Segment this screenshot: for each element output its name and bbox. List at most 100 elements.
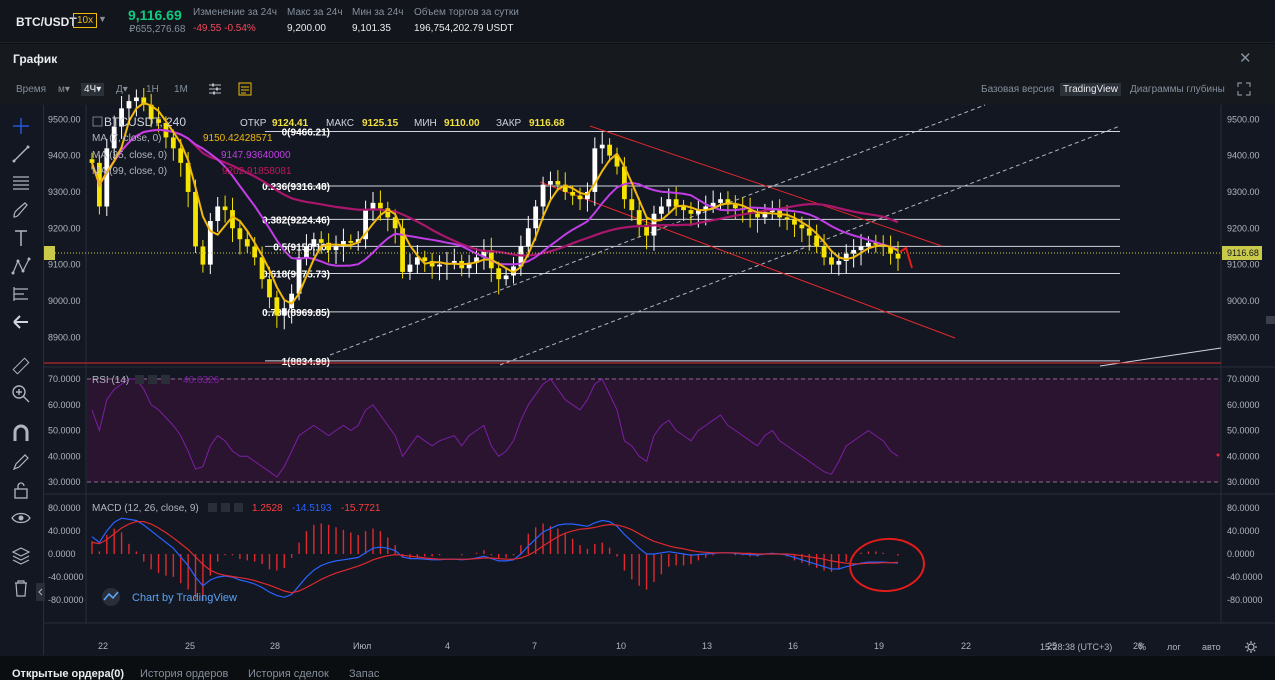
rsi-tick-label-right: 40.0000 bbox=[1227, 451, 1260, 461]
legend-open-value: 9124.41 bbox=[272, 118, 309, 129]
tab-order-history[interactable]: История ордеров bbox=[140, 668, 228, 680]
rsi-tick-label-right: 60.0000 bbox=[1227, 400, 1260, 410]
price-tick-label-left: 9100.00 bbox=[48, 260, 81, 270]
candle-body bbox=[333, 246, 339, 251]
crosshair-icon[interactable] bbox=[10, 115, 32, 137]
candle-body bbox=[836, 260, 842, 265]
price-tick-label-right: 9400.00 bbox=[1227, 151, 1260, 161]
macd-tick-label-left: -80.0000 bbox=[48, 595, 84, 605]
tab-open-orders[interactable]: Открытые ордера(0) bbox=[12, 668, 124, 680]
time-axis-label: 10 bbox=[616, 641, 627, 651]
candle-body bbox=[222, 206, 228, 211]
macd-tick-label-left: 40.0000 bbox=[48, 526, 81, 536]
candle-body bbox=[318, 239, 324, 243]
brush-icon[interactable] bbox=[10, 199, 32, 221]
settings-icon[interactable] bbox=[221, 503, 230, 512]
trash-icon[interactable] bbox=[10, 577, 32, 599]
collapse-toolbar-icon[interactable] bbox=[36, 581, 46, 603]
candle-body bbox=[503, 275, 509, 280]
close-icon[interactable] bbox=[234, 503, 243, 512]
gear-icon[interactable] bbox=[1244, 640, 1258, 654]
time-axis-label: 28 bbox=[270, 641, 281, 651]
candle-body bbox=[200, 246, 206, 265]
candle-body bbox=[178, 148, 184, 163]
layers-icon[interactable] bbox=[10, 545, 32, 567]
time-axis-label: 25 bbox=[185, 641, 196, 651]
candle-body bbox=[636, 210, 642, 225]
log-button[interactable]: лог bbox=[1167, 642, 1181, 652]
candle-body bbox=[193, 191, 198, 247]
settings-icon[interactable] bbox=[208, 503, 217, 512]
rsi-marker bbox=[1216, 453, 1220, 457]
measure-icon[interactable] bbox=[10, 283, 32, 305]
macd-tick-label-right: 80.0000 bbox=[1227, 503, 1260, 513]
candle-body bbox=[792, 219, 797, 225]
rsi-tick-label-right: 50.0000 bbox=[1227, 426, 1260, 436]
legend-high-value: 9125.15 bbox=[362, 118, 399, 129]
price-tick-label-right: 9300.00 bbox=[1227, 187, 1260, 197]
fib-level-label: 0(9466.21) bbox=[282, 128, 330, 139]
ruler-icon[interactable] bbox=[10, 355, 32, 377]
ma99-label: MA (99, close, 0) bbox=[92, 166, 167, 177]
macd-signal-value: -15.7721 bbox=[341, 503, 381, 514]
time-axis-label: 13 bbox=[702, 641, 713, 651]
candle-body bbox=[525, 228, 531, 247]
tab-trade-history[interactable]: История сделок bbox=[248, 668, 329, 680]
arrow-left-icon[interactable] bbox=[10, 311, 32, 333]
auto-button[interactable]: авто bbox=[1202, 642, 1221, 652]
price-tick-label-right: 9500.00 bbox=[1227, 114, 1260, 124]
candle-body bbox=[866, 242, 871, 247]
candle-body bbox=[126, 101, 132, 109]
candle-body bbox=[252, 246, 258, 258]
chart-clock: 15:28:38 (UTC+3) bbox=[1040, 642, 1113, 652]
candle-body bbox=[629, 199, 635, 211]
settings-icon[interactable] bbox=[135, 375, 144, 384]
pencil-lock-icon[interactable] bbox=[10, 451, 32, 473]
candle-body bbox=[215, 206, 221, 222]
candle-body bbox=[496, 268, 502, 280]
candle-body bbox=[799, 224, 805, 229]
time-axis-label: 22 bbox=[961, 641, 972, 651]
settings-icon[interactable] bbox=[148, 375, 157, 384]
candle-body bbox=[548, 181, 553, 185]
price-tick-label-left: 9200.00 bbox=[48, 223, 81, 233]
legend-low-value: 9110.00 bbox=[444, 118, 480, 129]
candle-body bbox=[267, 279, 272, 298]
zoom-in-icon[interactable] bbox=[10, 383, 32, 405]
time-axis-label: 16 bbox=[788, 641, 799, 651]
drawing-toolbar bbox=[0, 105, 46, 655]
trend-line-icon[interactable] bbox=[10, 143, 32, 165]
legend-close-label: ЗАКР bbox=[496, 118, 522, 129]
pattern-icon[interactable] bbox=[10, 255, 32, 277]
candle-body bbox=[274, 297, 280, 316]
price-chart[interactable]: 0(9466.21)0.236(9316.48)0.382(9224.46)0.… bbox=[0, 0, 1275, 676]
scrollbar-thumb[interactable] bbox=[1266, 316, 1275, 324]
candle-body bbox=[555, 181, 561, 185]
percent-button[interactable]: % bbox=[1138, 642, 1146, 652]
macd-tick-label-left: 80.0000 bbox=[48, 503, 81, 513]
macd-tick-label-right: -80.0000 bbox=[1227, 595, 1263, 605]
candle-body bbox=[377, 202, 383, 209]
candle-body bbox=[437, 264, 442, 267]
tab-funds[interactable]: Запас bbox=[349, 668, 379, 680]
magnet-icon[interactable] bbox=[10, 423, 32, 445]
price-tick-label-left: 9500.00 bbox=[48, 114, 81, 124]
candle-body bbox=[658, 206, 664, 214]
macd-tick-label-right: 40.0000 bbox=[1227, 526, 1260, 536]
price-tick-label-left: 9000.00 bbox=[48, 296, 81, 306]
eye-icon[interactable] bbox=[10, 507, 32, 529]
price-tick-label-right: 9200.00 bbox=[1227, 223, 1260, 233]
candle-body bbox=[607, 144, 613, 156]
candle-body bbox=[599, 144, 605, 149]
watermark-text[interactable]: Chart by TradingView bbox=[132, 592, 237, 604]
candle-body bbox=[688, 210, 694, 214]
text-icon[interactable] bbox=[10, 227, 32, 249]
lock-icon[interactable] bbox=[10, 479, 32, 501]
macd-tick-label-left: -40.0000 bbox=[48, 572, 84, 582]
candle-body bbox=[237, 228, 243, 240]
close-icon[interactable] bbox=[161, 375, 170, 384]
candle-body bbox=[895, 253, 901, 259]
candle-body bbox=[133, 97, 139, 102]
candle-body bbox=[540, 184, 546, 207]
horizontal-lines-icon[interactable] bbox=[10, 171, 32, 193]
